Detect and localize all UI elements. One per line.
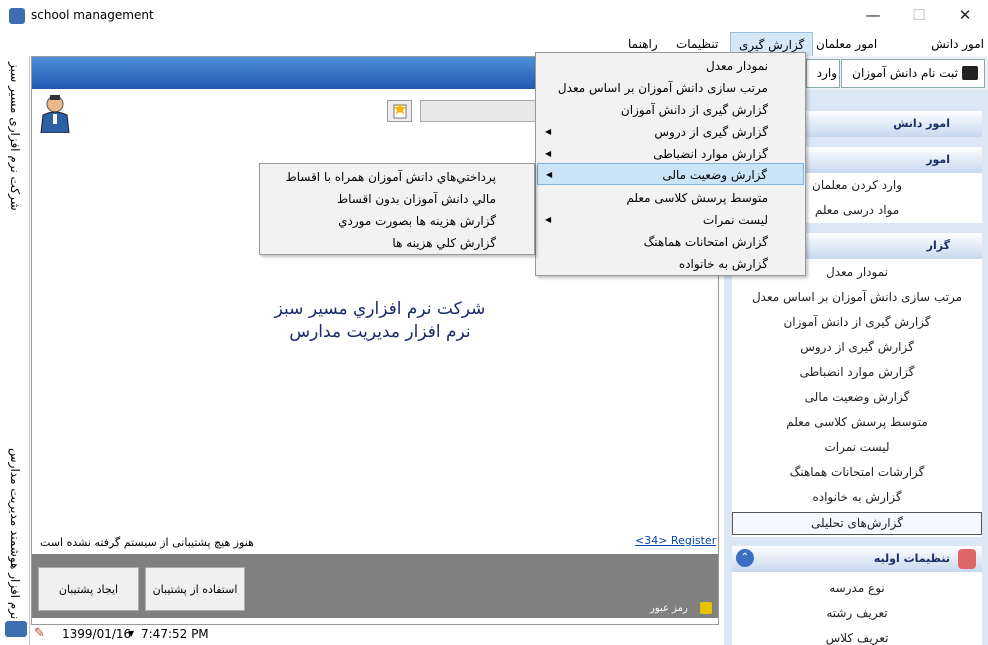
- status-date[interactable]: 1399/01/16: [62, 627, 131, 641]
- dropdown-item[interactable]: گزارش امتحانات هماهنگ: [537, 231, 804, 253]
- dropdown-item[interactable]: گزارش گیری از دانش آموزان: [537, 99, 804, 121]
- maximize-button[interactable]: ☐: [896, 0, 942, 32]
- support-message: هنوز هیچ پشتیبانی از سیستم گرفته نشده اس…: [40, 536, 254, 549]
- date-dropdown-icon[interactable]: ▼: [128, 629, 134, 638]
- dropdown-item[interactable]: گزارش موارد انضباطی ◀: [537, 143, 804, 165]
- close-button[interactable]: ✕: [942, 0, 988, 32]
- network-icon: [5, 621, 27, 637]
- search-field[interactable]: [420, 100, 538, 122]
- dropdown-item[interactable]: مرتب سازی دانش آموزان بر اساس معدل: [537, 77, 804, 99]
- create-backup-button[interactable]: ایجاد پشتیبان: [38, 567, 139, 611]
- dropdown-item[interactable]: گزارش به خانواده: [537, 253, 804, 275]
- collapse-icon[interactable]: ⌃: [736, 549, 754, 567]
- window-title: school management: [31, 8, 154, 22]
- section-settings-header[interactable]: تنظیمات اولیه ⌃: [732, 546, 982, 572]
- panel-item[interactable]: گزارش موارد انضباطی: [732, 360, 982, 385]
- panel-item[interactable]: گزارشات امتحانات هماهنگ: [732, 460, 982, 485]
- add-note-icon[interactable]: [387, 100, 412, 122]
- register-link[interactable]: <34> Register: [635, 534, 716, 547]
- dropdown-item-label: گزارش موارد انضباطی: [653, 147, 768, 161]
- dropdown-item[interactable]: نمودار معدل: [537, 55, 804, 77]
- submenu-arrow-icon: ◀: [545, 215, 552, 224]
- submenu-item[interactable]: گزارش كلي هزينه ها: [262, 232, 532, 254]
- submenu-item[interactable]: گزارش هزينه ها بصورت موردي: [262, 210, 532, 232]
- dropdown-item[interactable]: متوسط پرسش کلاسی معلم: [537, 187, 804, 209]
- app-subtitle: نرم افزار مديريت مدارس: [289, 322, 471, 342]
- panel-item[interactable]: لیست نمرات: [732, 435, 982, 460]
- panel-item[interactable]: نوع مدرسه: [732, 576, 982, 601]
- panel-item[interactable]: تعریف رشته: [732, 601, 982, 626]
- panel-item[interactable]: متوسط پرسش کلاسی معلم: [732, 410, 982, 435]
- graduation-cap-icon: [962, 66, 978, 80]
- tools-icon: [958, 549, 976, 569]
- menu-teachers[interactable]: امور معلمان: [808, 32, 885, 56]
- panel-item[interactable]: تعریف کلاس: [732, 626, 982, 645]
- register-student-label: ثبت نام دانش آموزان: [852, 66, 958, 80]
- dropdown-item-highlighted[interactable]: گزارش وضعیت مالی ◀: [537, 163, 804, 185]
- panel-item-selected[interactable]: گزارش‌های تحلیلی: [732, 512, 982, 535]
- password-label[interactable]: رمز عبور: [650, 603, 688, 614]
- use-backup-button[interactable]: استفاده از پشتیبان: [145, 567, 245, 611]
- menu-students[interactable]: امور دانش آموزان: [926, 32, 988, 75]
- dropdown-item[interactable]: گزارش گیری از دروس ◀: [537, 121, 804, 143]
- panel-item[interactable]: گزارش گیری از دانش آموزان: [732, 310, 982, 335]
- submenu-item[interactable]: مالي دانش آموزان بدون اقساط: [262, 188, 532, 210]
- dropdown-item[interactable]: لیست نمرات ◀: [537, 209, 804, 231]
- submenu-item[interactable]: پرداختي‌هاي دانش آموزان همراه با اقساط: [262, 166, 532, 188]
- section-reports-title: گزار: [926, 239, 950, 252]
- left-strip-bottom-text: نرم افزار هوشمند مدیریت مدارس: [8, 448, 22, 620]
- dropdown-item-label: گزارش گیری از دروس: [654, 125, 768, 139]
- status-bar: [31, 625, 719, 645]
- submenu-arrow-icon: ◀: [546, 170, 553, 179]
- minimize-button[interactable]: —: [850, 0, 896, 32]
- section-settings-title: تنظیمات اولیه: [873, 552, 950, 565]
- dropdown-item-label: لیست نمرات: [702, 213, 768, 227]
- lock-icon: [700, 602, 712, 614]
- submenu-arrow-icon: ◀: [545, 127, 552, 136]
- register-student-button[interactable]: ثبت نام دانش آموزان: [841, 59, 985, 88]
- enter-teacher-button[interactable]: وارد ك: [806, 59, 840, 88]
- panel-item[interactable]: گزارش گیری از دروس: [732, 335, 982, 360]
- app-icon: [9, 8, 25, 24]
- submenu-arrow-icon: ◀: [545, 149, 552, 158]
- company-name: شركت نرم افزاري مسير سبز: [274, 299, 486, 319]
- section-students-title: امور دانش: [893, 117, 950, 130]
- panel-item[interactable]: مرتب سازی دانش آموزان بر اساس معدل: [732, 285, 982, 310]
- status-time: 7:47:52 PM: [141, 627, 209, 641]
- user-avatar-icon: [40, 95, 70, 133]
- panel-item[interactable]: گزارش وضعیت مالی: [732, 385, 982, 410]
- wrench-icon: ✎: [34, 626, 45, 641]
- section-teachers-title: امور: [926, 153, 950, 166]
- dropdown-item-label: گزارش وضعیت مالی: [662, 168, 767, 182]
- panel-item[interactable]: گزارش به خانواده: [732, 485, 982, 510]
- left-strip-top-text: شرکت نرم افزاری مسیر سبز: [8, 62, 22, 211]
